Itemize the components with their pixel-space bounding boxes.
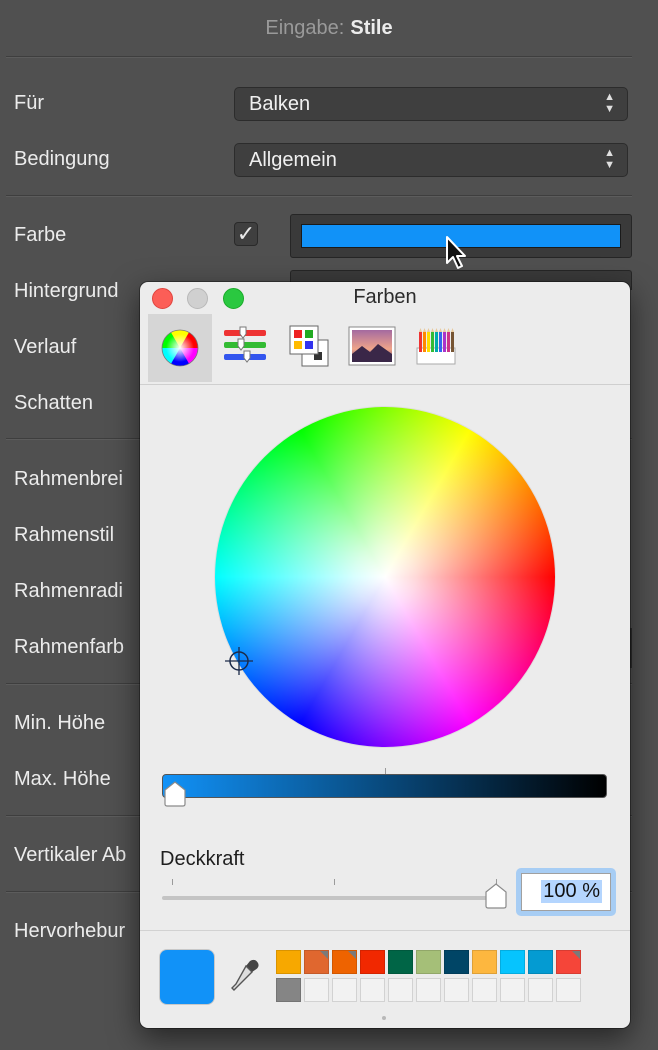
brightness-slider[interactable] [162, 774, 607, 798]
color-wheel[interactable] [215, 407, 555, 747]
color-mode-toolbar [140, 314, 630, 385]
inspector-header: Eingabe: Stile [0, 0, 658, 56]
farbe-checkbox[interactable]: ✓ [234, 222, 258, 246]
color-swatch[interactable] [472, 950, 497, 974]
eyedropper-icon[interactable] [230, 958, 260, 999]
empty-swatch[interactable] [556, 978, 581, 1002]
color-swatch[interactable] [556, 950, 581, 974]
label-fuer: Für [14, 92, 44, 114]
label-hervorhebung: Hervorhebur [14, 920, 126, 942]
color-swatch[interactable] [276, 950, 301, 974]
resize-handle-dot[interactable] [382, 1016, 386, 1020]
color-palettes-icon [289, 325, 329, 367]
opacity-slider[interactable] [162, 896, 496, 900]
empty-swatch[interactable] [360, 978, 385, 1002]
label-farbe: Farbe [14, 224, 67, 246]
opacity-label: Deckkraft [160, 848, 245, 870]
label-bedingung: Bedingung [14, 148, 110, 170]
empty-swatch[interactable] [444, 978, 469, 1002]
updown-arrows-icon: ▲ ▼ [604, 91, 615, 115]
empty-swatch[interactable] [304, 978, 329, 1002]
fuer-select[interactable]: Balken ▲ ▼ [234, 87, 628, 121]
tab-image-palettes[interactable] [340, 314, 404, 382]
divider [6, 56, 632, 58]
empty-swatch[interactable] [416, 978, 441, 1002]
empty-swatch[interactable] [388, 978, 413, 1002]
panel-title: Farben [353, 286, 417, 308]
header-value: Stile [350, 17, 393, 39]
color-swatch[interactable] [276, 978, 301, 1002]
label-vertikaler-abstand: Vertikaler Ab [14, 844, 127, 866]
label-rahmenbreite: Rahmenbrei [14, 468, 123, 490]
opacity-field[interactable]: 100 % [521, 873, 611, 911]
empty-swatch[interactable] [500, 978, 525, 1002]
color-swatch[interactable] [528, 950, 553, 974]
opacity-tick [172, 879, 173, 885]
fuer-select-value: Balken [249, 93, 311, 115]
pencils-icon [416, 328, 456, 365]
tab-pencils[interactable] [404, 314, 468, 382]
color-swatch[interactable] [444, 950, 469, 974]
opacity-tick [334, 879, 335, 885]
opacity-field-focus-ring: 100 % [516, 868, 616, 916]
divider [140, 930, 630, 931]
titlebar[interactable]: Farben [140, 282, 630, 314]
label-min-hoehe: Min. Höhe [14, 712, 106, 734]
opacity-slider-thumb[interactable] [483, 882, 509, 915]
tab-color-wheel[interactable] [148, 314, 212, 382]
label-rahmenradius: Rahmenradi [14, 580, 123, 602]
color-swatch[interactable] [332, 950, 357, 974]
label-rahmenfarbe: Rahmenfarb [14, 636, 125, 658]
divider [6, 195, 632, 197]
label-max-hoehe: Max. Höhe [14, 768, 111, 790]
tab-color-palettes[interactable] [276, 314, 340, 382]
color-wheel-icon [161, 329, 199, 367]
checkmark-icon: ✓ [236, 221, 256, 246]
color-sliders-icon [224, 326, 266, 363]
color-swatch[interactable] [500, 950, 525, 974]
label-schatten: Schatten [14, 392, 93, 414]
empty-swatch[interactable] [472, 978, 497, 1002]
header-label: Eingabe: [265, 17, 345, 39]
color-swatch[interactable] [388, 950, 413, 974]
label-hintergrund: Hintergrund [14, 280, 119, 302]
color-panel: Farben Deckkraft 100 % [140, 282, 630, 1028]
empty-swatch[interactable] [528, 978, 553, 1002]
brightness-slider-thumb[interactable] [162, 780, 188, 813]
opacity-value: 100 % [541, 880, 602, 903]
tab-color-sliders[interactable] [212, 314, 276, 382]
empty-swatch[interactable] [332, 978, 357, 1002]
bedingung-select[interactable]: Allgemein ▲ ▼ [234, 143, 628, 177]
color-swatch[interactable] [304, 950, 329, 974]
current-color-swatch[interactable] [160, 950, 214, 1004]
color-swatch[interactable] [416, 950, 441, 974]
bedingung-select-value: Allgemein [249, 149, 337, 171]
label-verlauf: Verlauf [14, 336, 77, 358]
label-rahmenstil: Rahmenstil [14, 524, 115, 546]
crosshair-icon[interactable] [224, 646, 254, 681]
color-swatch[interactable] [360, 950, 385, 974]
image-palette-icon [348, 326, 396, 366]
updown-arrows-icon: ▲ ▼ [604, 147, 615, 171]
